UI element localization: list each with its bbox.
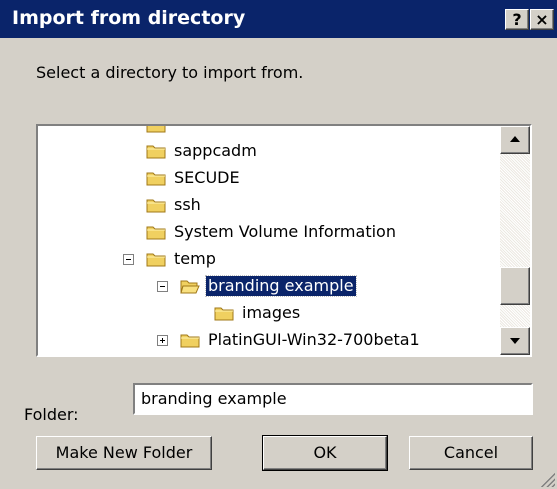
collapse-icon[interactable] <box>123 254 134 265</box>
scroll-up-icon <box>510 136 520 142</box>
tree-item-label: temp <box>174 249 216 268</box>
tree-item-label: System Volume Information <box>174 222 396 241</box>
title-bar[interactable]: Import from directory ? × <box>0 0 557 38</box>
tree-viewport: sappcadm SECUDE ssh System Volume Inform… <box>38 126 500 355</box>
folder-icon <box>146 126 166 133</box>
expand-icon[interactable] <box>157 335 168 346</box>
resize-grip-icon[interactable] <box>539 471 555 487</box>
folder-icon <box>146 199 166 213</box>
scroll-down-button[interactable] <box>500 327 530 355</box>
folder-icon <box>146 253 166 267</box>
import-directory-dialog: Import from directory ? × Select a direc… <box>0 0 557 489</box>
directory-tree[interactable]: sappcadm SECUDE ssh System Volume Inform… <box>36 124 532 357</box>
folder-icon <box>146 145 166 159</box>
window-title: Import from directory <box>12 7 246 29</box>
folder-open-icon <box>180 280 200 294</box>
tree-item-label: ssh <box>174 195 201 214</box>
folder-input[interactable]: branding example <box>133 383 533 415</box>
folder-field-label: Folder: <box>24 405 79 424</box>
tree-item-label: sappcadm <box>174 141 257 160</box>
folder-icon <box>214 307 234 321</box>
collapse-icon[interactable] <box>157 281 168 292</box>
help-button[interactable]: ? <box>505 9 529 30</box>
folder-icon <box>146 226 166 240</box>
ok-button[interactable]: OK <box>262 435 388 471</box>
folder-icon <box>146 353 166 355</box>
folder-icon <box>146 172 166 186</box>
vertical-scrollbar[interactable] <box>500 126 530 355</box>
scroll-down-icon <box>510 338 520 344</box>
cancel-button[interactable]: Cancel <box>409 436 533 470</box>
close-button[interactable]: × <box>530 9 554 30</box>
tree-item-label: images <box>242 303 301 322</box>
tree-item-label: PlatinGUI-Win32-700beta1 <box>208 330 420 349</box>
scroll-up-button[interactable] <box>500 126 530 154</box>
tree-item-label: branding example <box>205 275 357 297</box>
scroll-thumb[interactable] <box>500 267 530 305</box>
tree-item-label: SECUDE <box>174 168 240 187</box>
make-new-folder-button[interactable]: Make New Folder <box>36 436 212 470</box>
instruction-text: Select a directory to import from. <box>36 63 304 82</box>
folder-icon <box>180 334 200 348</box>
